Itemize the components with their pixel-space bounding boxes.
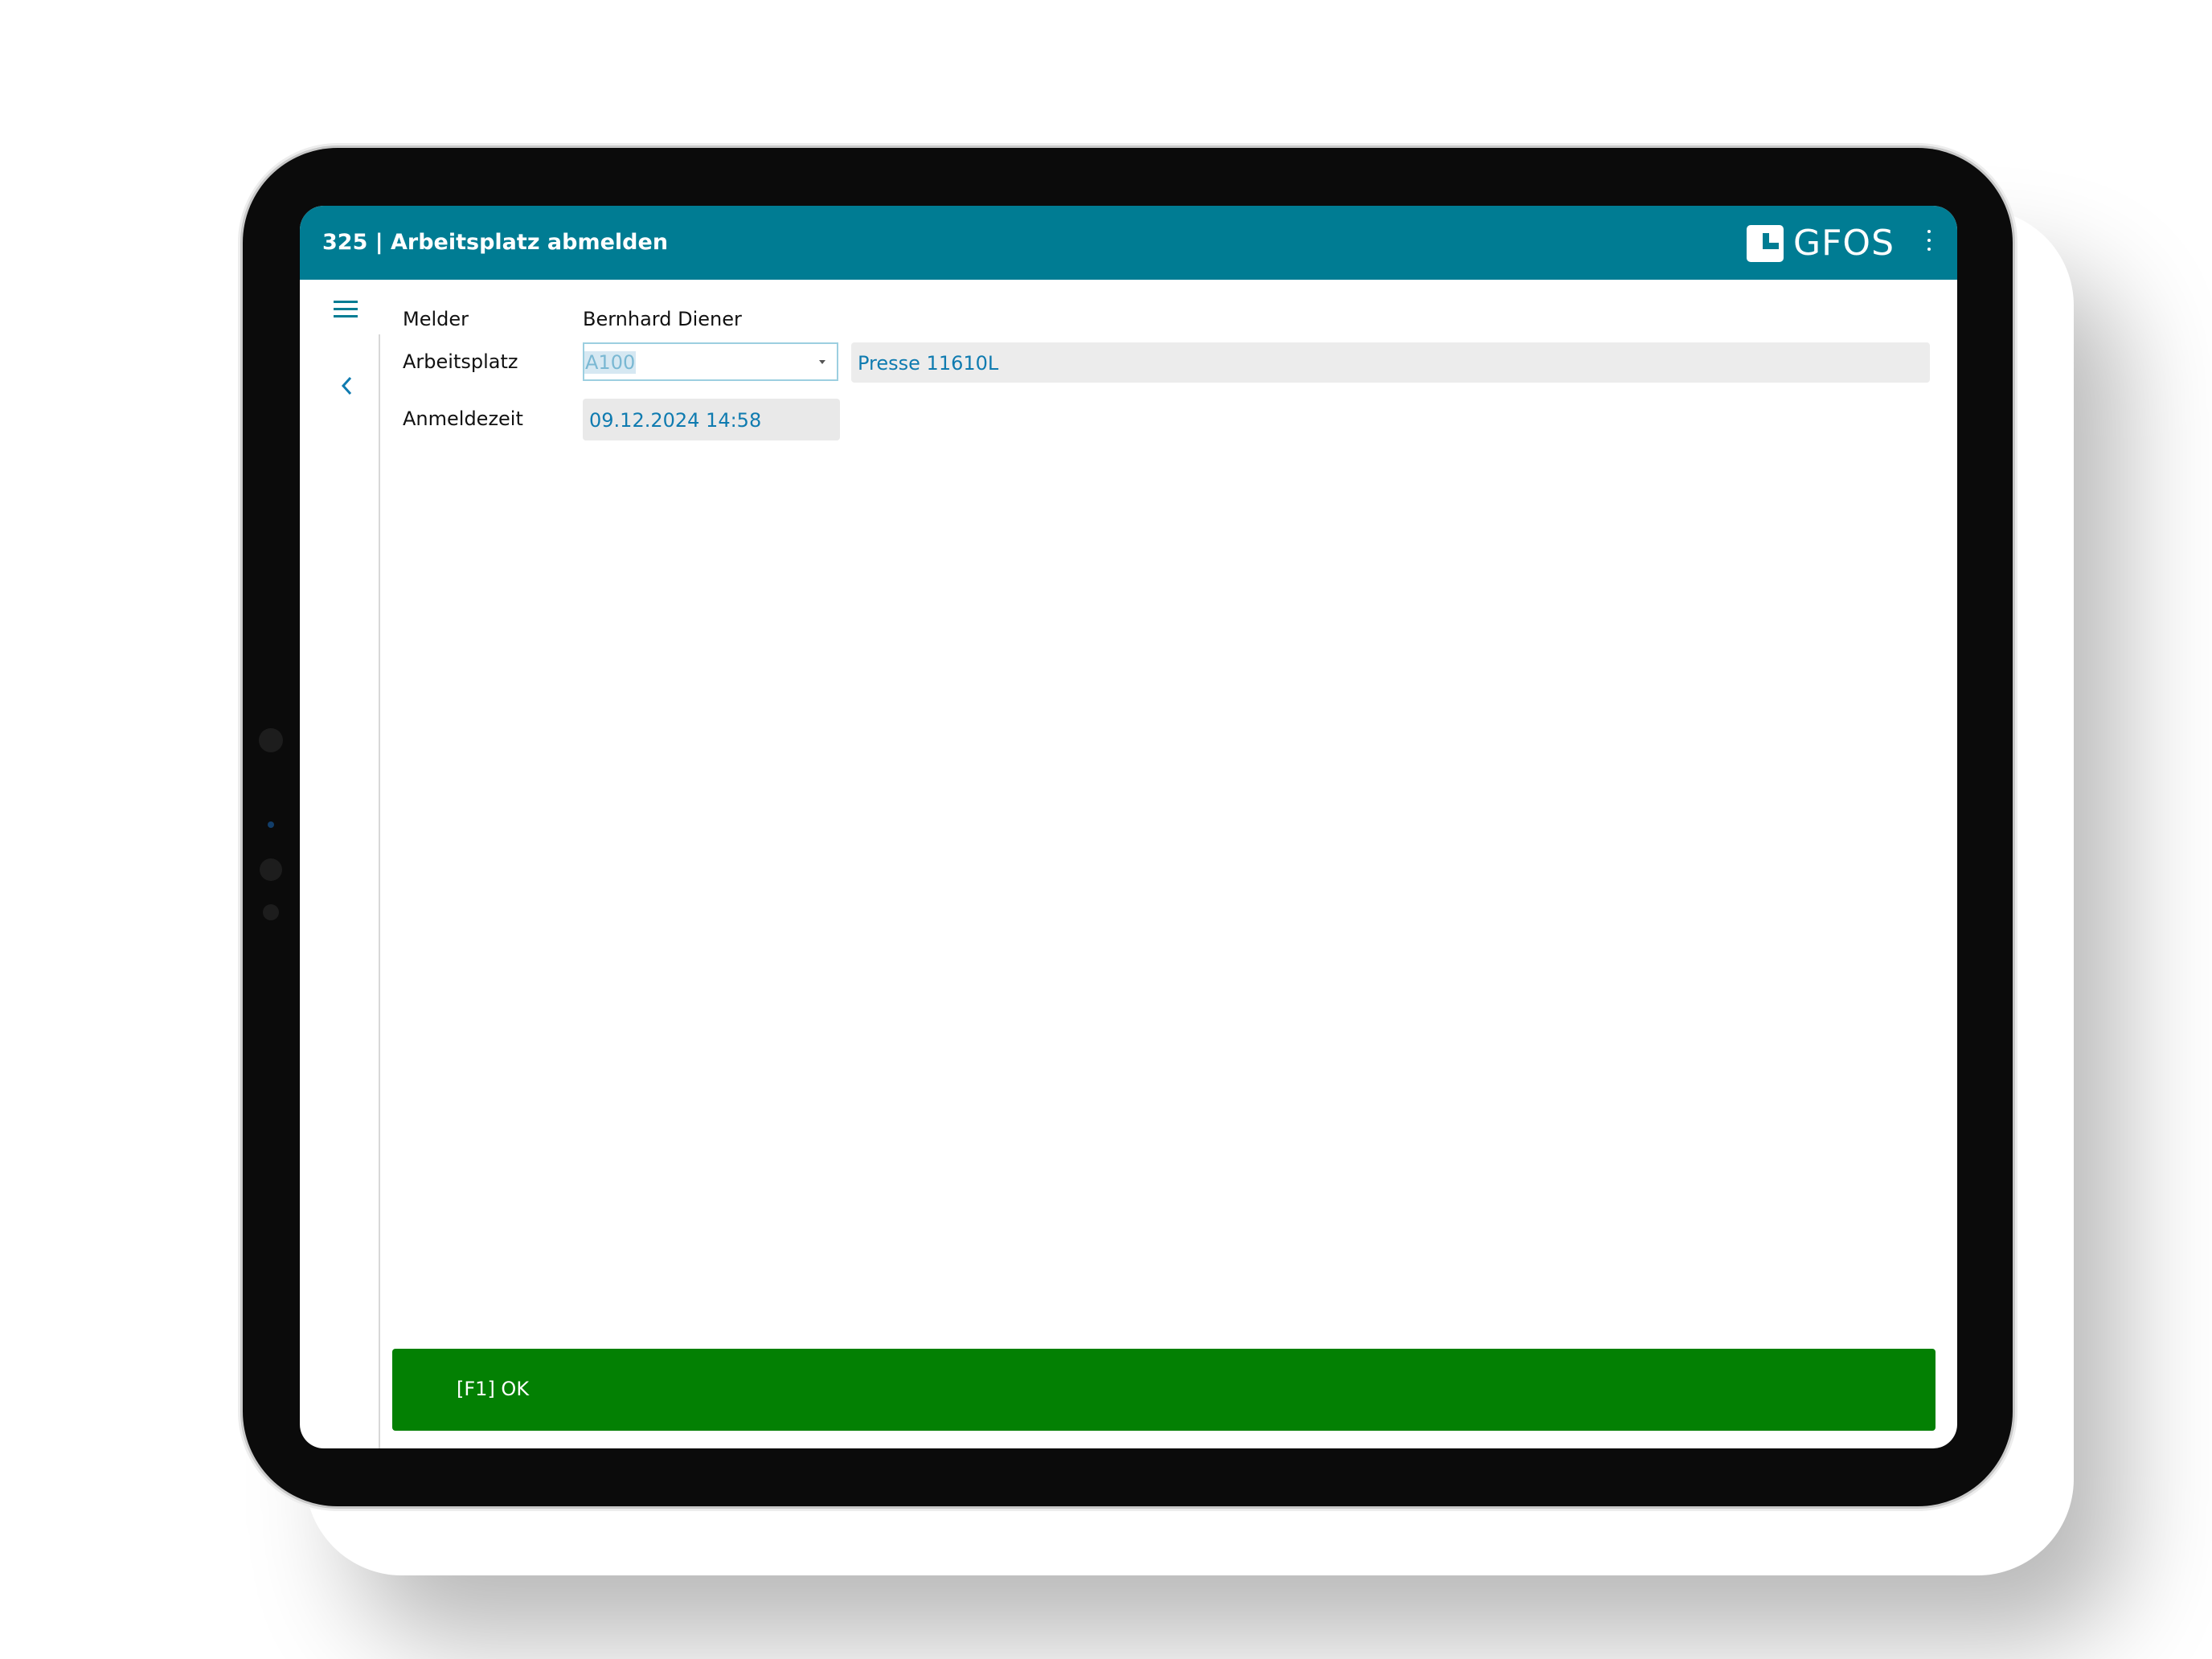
device-camera <box>259 728 283 752</box>
caret-down-icon[interactable] <box>819 360 825 364</box>
melder-label: Melder <box>403 308 469 330</box>
anmeldezeit-value: 09.12.2024 14:58 <box>589 409 762 432</box>
device-sensor <box>263 904 279 920</box>
arbeitsplatz-description-field: Presse 11610L <box>851 342 1930 383</box>
arbeitsplatz-label: Arbeitsplatz <box>403 350 518 373</box>
more-vertical-icon[interactable] <box>1925 230 1933 256</box>
anmeldezeit-label: Anmeldezeit <box>403 408 523 430</box>
chevron-left-icon[interactable] <box>337 373 358 399</box>
arbeitsplatz-value[interactable]: A100 <box>584 351 637 374</box>
arbeitsplatz-description: Presse 11610L <box>858 352 999 375</box>
brand-name: GFOS <box>1793 223 1895 264</box>
app-screen: 325 | Arbeitsplatz abmelden GFOS Melder … <box>300 206 1957 1448</box>
anmeldezeit-field: 09.12.2024 14:58 <box>583 399 840 440</box>
device-camera <box>260 858 282 881</box>
ok-button-label: [F1] OK <box>457 1378 530 1400</box>
title-bar: 325 | Arbeitsplatz abmelden GFOS <box>300 206 1957 280</box>
arbeitsplatz-combobox[interactable]: A100 <box>583 342 838 381</box>
page-title: 325 | Arbeitsplatz abmelden <box>322 230 669 255</box>
ok-button[interactable]: [F1] OK <box>392 1349 1936 1431</box>
sidebar-divider <box>379 334 380 1448</box>
brand-logo: GFOS <box>1747 224 1895 263</box>
gfos-logo-icon <box>1747 225 1784 262</box>
device-sensor <box>268 821 274 828</box>
hamburger-menu-icon[interactable] <box>334 301 358 320</box>
melder-value: Bernhard Diener <box>583 308 742 330</box>
